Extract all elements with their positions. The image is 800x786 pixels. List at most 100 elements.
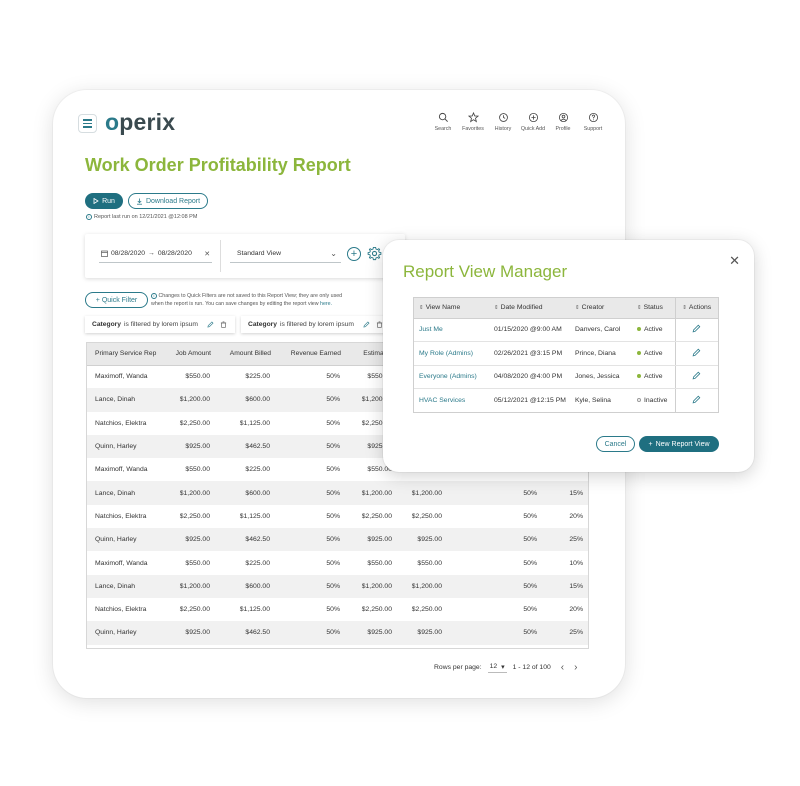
info-icon: i [86, 214, 92, 220]
edit-view-link[interactable]: here. [320, 301, 332, 307]
column-header[interactable]: Amount Billed [217, 343, 277, 366]
table-cell: $550.00 [185, 559, 210, 567]
prev-page-icon[interactable]: ‹ [561, 662, 564, 673]
filter-chip[interactable]: Category is filtered by lorem ipsum [241, 316, 391, 333]
quick-filter-note: i Changes to Quick Filters are not saved… [151, 293, 343, 307]
column-header[interactable]: Job Amount [165, 343, 217, 366]
table-cell [449, 598, 489, 621]
nav-quick-add[interactable]: Quick Add [521, 112, 545, 132]
new-report-view-button[interactable]: + New Report View [639, 436, 719, 452]
filter-chip[interactable]: Category is filtered by lorem ipsum [85, 316, 235, 333]
table-row[interactable]: Lance, Dinah $1,200.00 $600.00 50% $1,200.00… [87, 574, 588, 598]
logo: operix [105, 109, 176, 135]
table-cell: 50% [523, 559, 537, 567]
table-cell: 50% [326, 373, 340, 381]
user-icon [558, 112, 568, 123]
nav-history[interactable]: History [492, 112, 514, 132]
rows-per-page-select[interactable]: 12 ▾ [487, 663, 507, 673]
pencil-icon[interactable] [692, 395, 701, 404]
table-cell: 15% [544, 481, 588, 505]
table-cell: 15% [544, 574, 588, 598]
table-cell: $2,250.00 [361, 606, 392, 614]
view-name-link[interactable]: My Role (Admins) [414, 341, 489, 366]
column-header[interactable]: ⇕ Status [632, 298, 675, 319]
table-cell: $1,200.00 [347, 574, 399, 598]
gear-icon[interactable] [367, 246, 382, 261]
hamburger-menu-icon[interactable] [78, 114, 97, 133]
table-cell: 20% [569, 606, 583, 614]
column-header[interactable]: ⇕ Date Modified [489, 298, 570, 319]
table-cell: 50% [326, 419, 340, 427]
table-row[interactable]: Natchios, Elektra $2,250.00 $1,125.00 50% $2… [87, 598, 588, 621]
sort-icon: ⇕ [419, 305, 424, 312]
status-badge: Active [632, 318, 675, 342]
table-row[interactable]: Natchios, Elektra $2,250.00 $1,125.00 50% $2… [87, 505, 588, 528]
download-report-button[interactable]: Download Report [128, 193, 208, 209]
table-cell: 50% [523, 512, 537, 520]
cancel-button[interactable]: Cancel [596, 436, 635, 452]
date-modified: 04/08/2020 @4:00 PM [489, 365, 570, 389]
table-cell: $550.00 [185, 466, 210, 474]
view-select[interactable]: Standard View ⌄ [230, 245, 341, 263]
table-cell: $225.00 [245, 559, 270, 567]
table-cell: $550.00 [185, 373, 210, 381]
column-header[interactable]: ⇕ View Name [414, 298, 489, 319]
table-cell: 50% [489, 481, 544, 505]
view-name-link[interactable]: Everyone (Admins) [414, 365, 489, 389]
column-header[interactable]: Revenue Earned [277, 343, 347, 366]
table-row[interactable]: Maximoff, Wanda $550.00 $225.00 50% $550.00 $… [87, 551, 588, 574]
pencil-icon[interactable] [207, 321, 214, 328]
table-cell: 50% [277, 528, 347, 552]
table-cell: 50% [326, 606, 340, 614]
star-icon [467, 112, 479, 123]
view-name-link[interactable]: HVAC Services [414, 389, 489, 413]
table-cell [449, 551, 489, 574]
table-cell: Natchios, Elektra [95, 606, 147, 614]
view-name-link[interactable]: Just Me [414, 318, 489, 342]
modal-title: Report View Manager [403, 262, 568, 281]
clear-icon[interactable]: ✕ [204, 250, 210, 258]
table-cell: $2,250.00 [179, 419, 210, 427]
pencil-icon[interactable] [692, 324, 701, 333]
table-cell: $600.00 [217, 481, 277, 505]
search-icon [438, 112, 448, 122]
pencil-icon[interactable] [363, 321, 370, 328]
trash-icon[interactable] [220, 321, 227, 328]
table-cell: $1,200.00 [399, 574, 449, 598]
table-cell: $1,125.00 [239, 512, 270, 520]
table-cell: Maximoff, Wanda [95, 466, 148, 474]
table-cell: $1,200.00 [165, 388, 217, 412]
nav-support[interactable]: Support [582, 112, 604, 132]
table-row: My Role (Admins) 02/26/2021 @3:15 PM Princ… [414, 341, 718, 366]
trash-icon[interactable] [376, 321, 383, 328]
table-cell: 50% [277, 574, 347, 598]
quick-filter-button[interactable]: + Quick Filter [85, 292, 148, 308]
table-cell: 50% [523, 606, 537, 614]
table-row[interactable]: Lance, Dinah $1,200.00 $600.00 50% $1,200.00… [87, 481, 588, 505]
page-title: Work Order Profitability Report [85, 155, 351, 175]
pagination: Rows per page: 12 ▾ 1 - 12 of 100 ‹ › [434, 662, 578, 673]
nav-search[interactable]: Search [432, 112, 454, 132]
pencil-icon[interactable] [692, 348, 701, 357]
table-row[interactable]: Quinn, Harley$925.00$462.5050%$925.00$92… [87, 621, 588, 645]
pencil-icon[interactable] [692, 371, 701, 380]
creator: Danvers, Carol [570, 318, 632, 342]
table-cell: $925.00 [399, 621, 449, 645]
table-cell: $925.00 [165, 434, 217, 459]
column-header[interactable]: ⇕ Creator [570, 298, 632, 319]
table-cell: $550.00 [367, 559, 392, 567]
table-cell: 20% [569, 512, 583, 520]
close-icon[interactable]: ✕ [729, 253, 740, 269]
table-cell: $1,200.00 [347, 481, 399, 505]
nav-profile[interactable]: Profile [552, 112, 574, 132]
add-filter-icon[interactable]: + [347, 247, 361, 261]
run-button[interactable]: Run [85, 193, 123, 209]
nav-favorites[interactable]: Favorites [462, 112, 484, 132]
next-page-icon[interactable]: › [574, 662, 577, 673]
table-cell: $925.00 [165, 621, 217, 645]
column-header[interactable]: ⇕ Actions [674, 298, 718, 319]
table-row[interactable]: Quinn, Harley$925.00$462.5050%$925.00$92… [87, 528, 588, 552]
column-header[interactable]: Primary Service Rep [87, 343, 165, 366]
date-range-input[interactable]: 08/28/2020 → 08/28/2020 ✕ [99, 245, 212, 263]
table-cell: 50% [277, 434, 347, 459]
